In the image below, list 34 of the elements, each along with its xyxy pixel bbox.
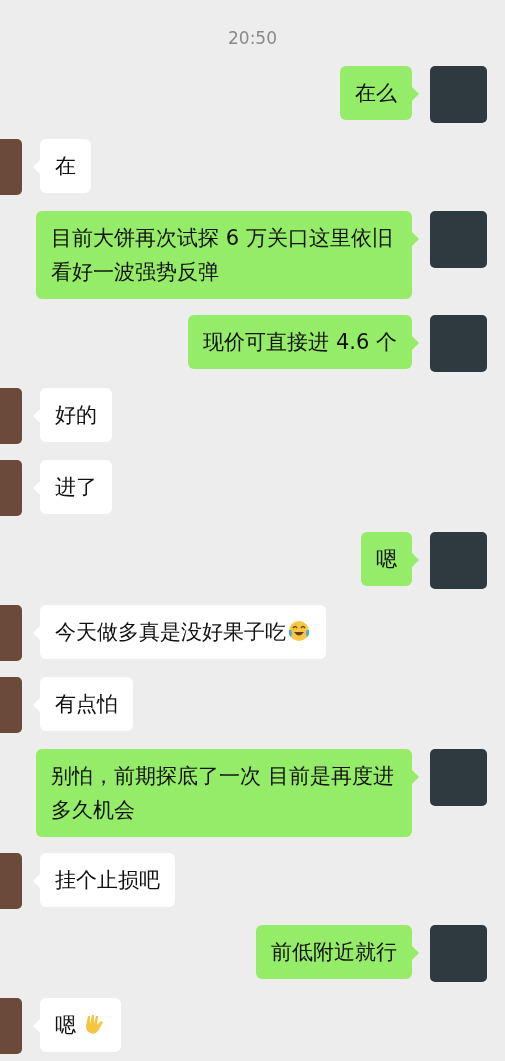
avatar-placeholder[interactable] — [0, 676, 22, 733]
message-bubble: 今天做多真是没好果子吃 — [40, 604, 326, 659]
bubble-tail — [412, 552, 419, 567]
avatar-placeholder[interactable] — [0, 604, 22, 661]
message-bubble: 挂个止损吧 — [40, 852, 175, 907]
avatar-placeholder[interactable] — [430, 531, 487, 589]
bubble-tail — [412, 335, 419, 350]
avatar-placeholder[interactable] — [430, 65, 487, 123]
avatar-placeholder[interactable] — [430, 748, 487, 806]
message-bubble: 别怕，前期探底了一次 目前是再度进多久机会 — [36, 748, 412, 837]
avatar-placeholder[interactable] — [430, 924, 487, 982]
message-bubble: 好的 — [40, 387, 112, 442]
avatar-placeholder[interactable] — [0, 997, 22, 1054]
message-bubble: 在 — [40, 138, 91, 193]
avatar-placeholder[interactable] — [430, 314, 487, 372]
bubble-tail — [412, 231, 419, 246]
bubble-tail — [412, 769, 419, 784]
bubble-tail — [412, 86, 419, 101]
avatar-placeholder[interactable] — [0, 387, 22, 444]
avatar-placeholder[interactable] — [0, 852, 22, 909]
avatar-placeholder[interactable] — [0, 459, 22, 516]
laughing-crying-emoji-icon — [287, 618, 311, 643]
message-bubble: 嗯 — [361, 531, 412, 586]
message-bubble: 现价可直接进 4.6 个 — [188, 314, 412, 369]
message-bubble: 进了 — [40, 459, 112, 514]
bubble-tail — [412, 945, 419, 960]
message-bubble: 前低附近就行 — [256, 924, 412, 979]
message-bubble: 嗯 — [40, 997, 121, 1052]
message-bubble: 目前大饼再次试探 6 万关口这里依旧看好一波强势反弹 — [36, 210, 412, 299]
avatar-placeholder[interactable] — [430, 210, 487, 268]
timestamp: 20:50 — [228, 27, 277, 50]
message-bubble: 在么 — [340, 65, 412, 120]
avatar-placeholder[interactable] — [0, 138, 22, 195]
message-bubble: 有点怕 — [40, 676, 133, 731]
